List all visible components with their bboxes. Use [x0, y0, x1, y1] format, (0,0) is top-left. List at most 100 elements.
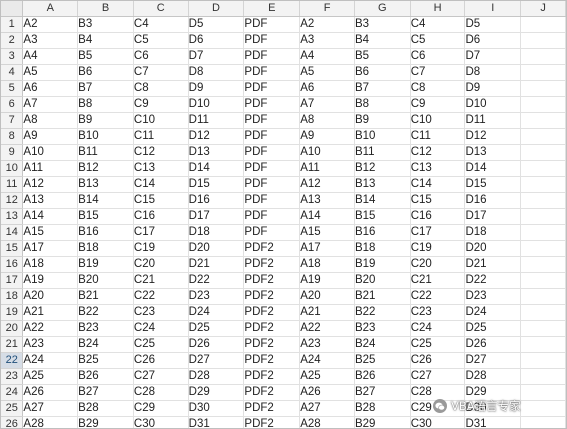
cell-h23[interactable]: C27: [410, 368, 466, 385]
cell-f12[interactable]: A13: [299, 192, 355, 209]
cell-d1[interactable]: D5: [188, 16, 245, 33]
cell-b3[interactable]: B5: [77, 48, 134, 65]
cell-b7[interactable]: B9: [77, 112, 134, 129]
cell-d20[interactable]: D25: [188, 320, 245, 337]
cell-a5[interactable]: A6: [22, 80, 79, 97]
cell-d6[interactable]: D10: [188, 96, 245, 113]
cell-d5[interactable]: D9: [188, 80, 245, 97]
cell-j2[interactable]: [520, 32, 566, 49]
cell-i11[interactable]: D15: [464, 176, 522, 193]
cell-h1[interactable]: C4: [410, 16, 466, 33]
row-header[interactable]: 10: [1, 160, 24, 177]
cell-c9[interactable]: C12: [133, 144, 189, 161]
cell-i22[interactable]: D27: [464, 352, 522, 369]
cell-e8[interactable]: PDF: [243, 128, 301, 145]
cell-j18[interactable]: [520, 288, 566, 305]
cell-f13[interactable]: A14: [299, 208, 355, 225]
cell-f24[interactable]: A26: [299, 384, 355, 401]
row-header[interactable]: 3: [1, 48, 24, 65]
cell-i6[interactable]: D10: [464, 96, 522, 113]
cell-h25[interactable]: C29: [410, 400, 466, 417]
cell-b18[interactable]: B21: [77, 288, 134, 305]
cell-e7[interactable]: PDF: [243, 112, 301, 129]
cell-c13[interactable]: C16: [133, 208, 189, 225]
cell-h6[interactable]: C9: [410, 96, 466, 113]
cell-i13[interactable]: D17: [464, 208, 522, 225]
row-header[interactable]: 5: [1, 80, 24, 97]
cell-i5[interactable]: D9: [464, 80, 522, 97]
cell-h4[interactable]: C7: [410, 64, 466, 81]
cell-c11[interactable]: C14: [133, 176, 189, 193]
cell-f23[interactable]: A25: [299, 368, 355, 385]
cell-g4[interactable]: B6: [354, 64, 411, 81]
cell-f8[interactable]: A9: [299, 128, 355, 145]
cell-a15[interactable]: A17: [22, 240, 79, 257]
cell-f26[interactable]: A28: [299, 416, 355, 428]
cell-f4[interactable]: A5: [299, 64, 355, 81]
cell-c18[interactable]: C22: [133, 288, 189, 305]
cell-b5[interactable]: B7: [77, 80, 134, 97]
cell-g14[interactable]: B16: [354, 224, 411, 241]
cell-h14[interactable]: C17: [410, 224, 466, 241]
cell-a7[interactable]: A8: [22, 112, 79, 129]
row-header[interactable]: 19: [1, 304, 24, 321]
cell-j7[interactable]: [520, 112, 566, 129]
cell-g24[interactable]: B27: [354, 384, 411, 401]
cell-a20[interactable]: A22: [22, 320, 79, 337]
cell-c4[interactable]: C7: [133, 64, 189, 81]
cell-f19[interactable]: A21: [299, 304, 355, 321]
cell-d22[interactable]: D27: [188, 352, 245, 369]
cell-b22[interactable]: B25: [77, 352, 134, 369]
cell-f1[interactable]: A2: [299, 16, 355, 33]
cell-h2[interactable]: C5: [410, 32, 466, 49]
row-header[interactable]: 2: [1, 32, 24, 49]
cell-c24[interactable]: C28: [133, 384, 189, 401]
row-header[interactable]: 7: [1, 112, 24, 129]
row-header[interactable]: 25: [1, 400, 24, 417]
cell-g3[interactable]: B5: [354, 48, 411, 65]
cell-d7[interactable]: D11: [188, 112, 245, 129]
cell-h16[interactable]: C20: [410, 256, 466, 273]
cell-f20[interactable]: A22: [299, 320, 355, 337]
cell-c6[interactable]: C9: [133, 96, 189, 113]
cell-i3[interactable]: D7: [464, 48, 522, 65]
cell-c5[interactable]: C8: [133, 80, 189, 97]
cell-j19[interactable]: [520, 304, 566, 321]
cell-j12[interactable]: [520, 192, 566, 209]
cell-e6[interactable]: PDF: [243, 96, 301, 113]
cell-e17[interactable]: PDF2: [243, 272, 301, 289]
cell-a23[interactable]: A25: [22, 368, 79, 385]
cell-a18[interactable]: A20: [22, 288, 79, 305]
cell-c23[interactable]: C27: [133, 368, 189, 385]
cell-i9[interactable]: D13: [464, 144, 522, 161]
cell-i1[interactable]: D5: [464, 16, 522, 33]
cell-j9[interactable]: [520, 144, 566, 161]
cell-f21[interactable]: A23: [299, 336, 355, 353]
cell-e24[interactable]: PDF2: [243, 384, 301, 401]
column-header-f[interactable]: F: [299, 1, 355, 17]
cell-h12[interactable]: C15: [410, 192, 466, 209]
cell-i15[interactable]: D20: [464, 240, 522, 257]
cell-e25[interactable]: PDF2: [243, 400, 301, 417]
cell-c1[interactable]: C4: [133, 16, 189, 33]
column-header-i[interactable]: I: [464, 1, 522, 17]
row-header[interactable]: 13: [1, 208, 24, 225]
cell-g15[interactable]: B18: [354, 240, 411, 257]
cell-a16[interactable]: A18: [22, 256, 79, 273]
cell-g5[interactable]: B7: [354, 80, 411, 97]
cell-e9[interactable]: PDF: [243, 144, 301, 161]
cell-e3[interactable]: PDF: [243, 48, 301, 65]
cell-h8[interactable]: C11: [410, 128, 466, 145]
cell-c10[interactable]: C13: [133, 160, 189, 177]
cell-c17[interactable]: C21: [133, 272, 189, 289]
row-header[interactable]: 26: [1, 416, 24, 428]
cell-a8[interactable]: A9: [22, 128, 79, 145]
cell-i8[interactable]: D12: [464, 128, 522, 145]
cell-a12[interactable]: A13: [22, 192, 79, 209]
cell-j26[interactable]: [520, 416, 566, 428]
cell-i25[interactable]: D30: [464, 400, 522, 417]
cell-d18[interactable]: D23: [188, 288, 245, 305]
cell-j6[interactable]: [520, 96, 566, 113]
cell-f5[interactable]: A6: [299, 80, 355, 97]
cell-g7[interactable]: B9: [354, 112, 411, 129]
